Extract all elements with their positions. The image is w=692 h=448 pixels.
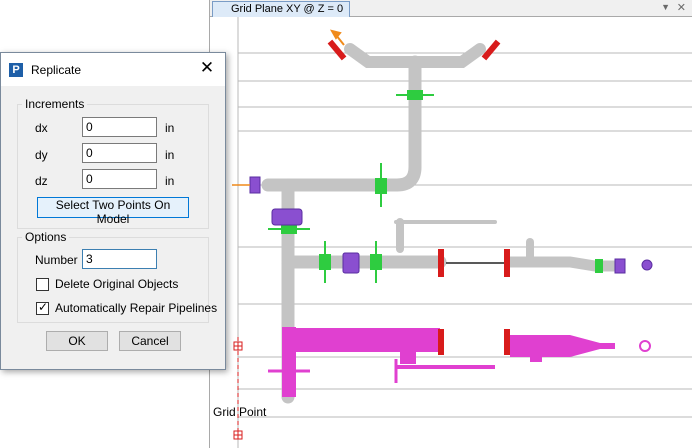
dz-label: dz	[35, 174, 48, 188]
grid-point-label: Grid Point	[213, 405, 267, 419]
dy-label: dy	[35, 148, 48, 162]
valve	[271, 208, 303, 226]
valve	[342, 252, 360, 274]
number-label: Number	[35, 253, 78, 267]
dialog-title: Replicate	[31, 63, 82, 77]
close-icon: ✕	[199, 58, 215, 77]
model-canvas[interactable]	[210, 17, 692, 448]
flange	[504, 329, 510, 355]
selected-header-right	[510, 335, 615, 357]
valve-end	[641, 259, 653, 271]
valve	[249, 176, 261, 194]
selected-pipeline	[268, 327, 651, 397]
flange	[438, 249, 444, 277]
replicate-dialog: P Replicate ✕ Increments dx in dy in dz …	[0, 52, 226, 370]
close-button[interactable]: ✕	[197, 58, 217, 78]
check-icon: ✓	[38, 300, 49, 314]
flange	[504, 249, 510, 277]
tab-grid-plane[interactable]: Grid Plane XY @ Z = 0	[212, 1, 350, 17]
dz-field[interactable]	[82, 169, 157, 189]
auto-repair-label[interactable]: Automatically Repair Pipelines	[55, 301, 217, 315]
selected-stub-b	[530, 352, 542, 362]
dialog-titlebar[interactable]: P Replicate ✕	[1, 53, 225, 86]
support	[595, 259, 603, 273]
tab-overflow-icon[interactable]: ▼	[661, 2, 670, 12]
select-two-points-button[interactable]: Select Two Points On Model	[37, 197, 189, 226]
dz-unit: in	[165, 174, 175, 188]
direction-marker	[232, 29, 345, 186]
options-legend: Options	[22, 230, 70, 244]
dx-unit: in	[165, 121, 175, 135]
app-logo-icon: P	[9, 63, 23, 77]
ok-button[interactable]: OK	[46, 331, 108, 351]
delete-original-label[interactable]: Delete Original Objects	[55, 277, 178, 291]
flange	[327, 39, 347, 61]
selected-end-cap	[639, 340, 651, 352]
dx-label: dx	[35, 121, 48, 135]
selected-header-left	[282, 328, 440, 352]
auto-repair-checkbox[interactable]: ✓	[36, 300, 49, 315]
delete-original-checkbox[interactable]	[36, 278, 49, 291]
dy-field[interactable]	[82, 143, 157, 163]
cancel-button[interactable]: Cancel	[119, 331, 181, 351]
tab-close-icon[interactable]: ✕	[677, 1, 686, 14]
dx-field[interactable]	[82, 117, 157, 137]
grid-point-markers	[233, 337, 243, 440]
selected-stub	[400, 352, 416, 364]
main-riser-pipe	[261, 55, 422, 192]
increments-legend: Increments	[22, 97, 88, 111]
number-field[interactable]	[82, 249, 157, 269]
valve	[614, 258, 626, 274]
tab-strip: Grid Plane XY @ Z = 0 ▼ ✕	[210, 0, 692, 17]
flange	[438, 329, 444, 355]
model-view-window[interactable]: Grid Plane XY @ Z = 0 ▼ ✕ Grid Point	[209, 0, 692, 448]
dy-unit: in	[165, 148, 175, 162]
grid-lines	[237, 17, 692, 448]
